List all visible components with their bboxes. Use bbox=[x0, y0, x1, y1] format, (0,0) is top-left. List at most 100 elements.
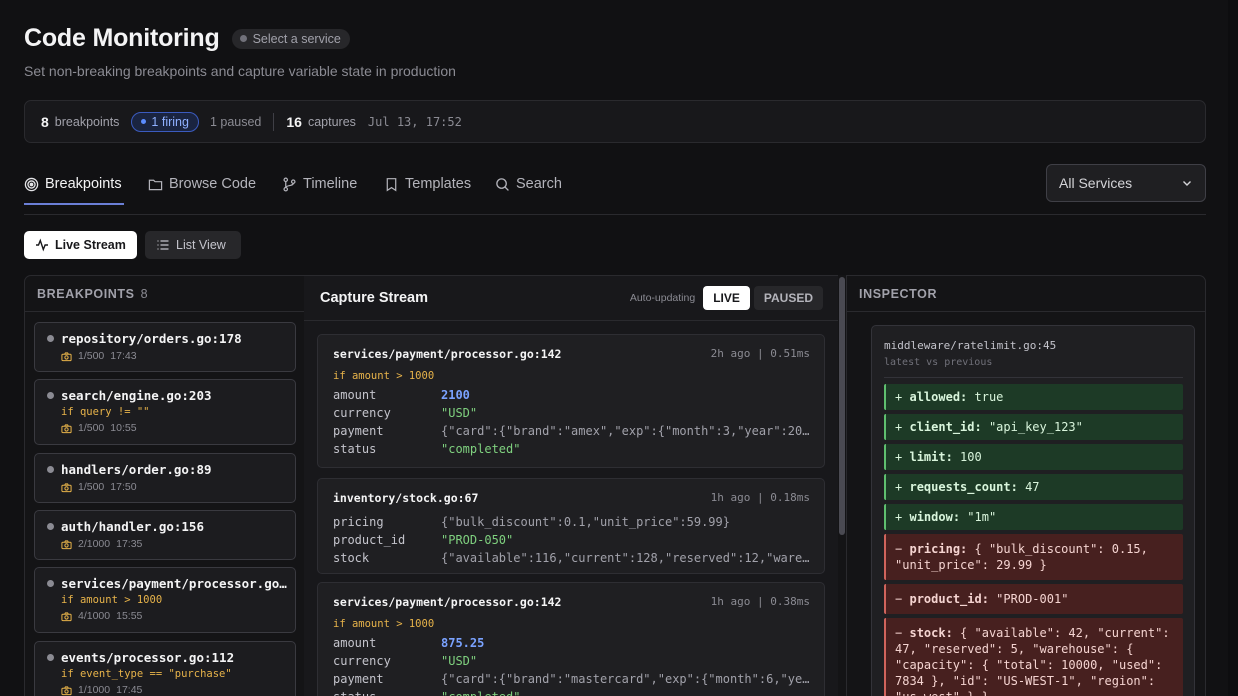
diff-added-row: + limit: 100 bbox=[884, 444, 1183, 470]
capture-var-row: amount 2100 bbox=[333, 388, 810, 403]
capture-stream-title: Capture Stream bbox=[320, 290, 428, 306]
var-value: "USD" bbox=[441, 654, 478, 668]
breakpoint-hits: 2/1000 bbox=[78, 538, 111, 550]
capture-time: 1h ago | 0.18ms bbox=[710, 491, 810, 504]
breakpoint-time: 17:50 bbox=[110, 481, 137, 493]
stats-bar: 8 breakpoints 1 firing 1 paused 16 captu… bbox=[24, 100, 1206, 143]
active-tab-indicator bbox=[24, 203, 124, 205]
capture-condition: if amount > 1000 bbox=[333, 370, 435, 382]
diff-removed-row: − product_id: "PROD-001" bbox=[884, 584, 1183, 614]
live-stream-button[interactable]: Live Stream bbox=[24, 231, 137, 259]
captures-count: 16 bbox=[286, 113, 302, 130]
breakpoint-card[interactable]: handlers/order.go:89 1/500 17:50 bbox=[34, 453, 296, 503]
diff-added-row: + requests_count: 47 bbox=[884, 474, 1183, 500]
status-dot-icon bbox=[239, 35, 247, 42]
var-value: {"bulk_discount":0.1,"unit_price":59.99} bbox=[441, 515, 730, 529]
scrollbar-thumb[interactable] bbox=[839, 277, 845, 535]
var-key: payment bbox=[333, 424, 384, 438]
git-branch-icon bbox=[283, 177, 296, 191]
capture-var-row: status "completed" bbox=[333, 690, 810, 696]
var-value: {"card":{"brand":"amex","exp":{"month":3… bbox=[441, 424, 810, 438]
diff-added-row: + allowed: true bbox=[884, 384, 1183, 410]
service-select[interactable]: All Services bbox=[1046, 164, 1206, 202]
diff-key: stock: bbox=[909, 626, 953, 640]
breakpoint-time: 15:55 bbox=[116, 610, 143, 622]
status-dot-icon bbox=[47, 392, 54, 399]
breakpoint-meta: 2/1000 17:35 bbox=[61, 538, 295, 550]
activity-icon bbox=[36, 238, 48, 252]
breakpoint-condition: if event_type == "purchase" bbox=[61, 668, 232, 680]
diff-sign: + bbox=[895, 480, 903, 494]
capture-card[interactable]: services/payment/processor.go:142 1h ago… bbox=[317, 582, 825, 696]
capture-vars: amount 2100 currency "USD" payment {"car… bbox=[333, 388, 810, 457]
breakpoint-hits: 4/1000 bbox=[78, 610, 111, 622]
breakpoint-location: auth/handler.go:156 bbox=[47, 519, 295, 534]
breakpoint-hits: 1/500 bbox=[78, 422, 105, 434]
paused-count: 1 paused bbox=[209, 114, 262, 129]
tab-templates[interactable]: Templates bbox=[384, 174, 471, 194]
breakpoint-card[interactable]: search/engine.go:203 if query != "" 1/50… bbox=[34, 379, 296, 445]
breakpoint-card[interactable]: auth/handler.go:156 2/1000 17:35 bbox=[34, 510, 296, 560]
firing-badge[interactable]: 1 firing bbox=[131, 111, 199, 132]
target-icon bbox=[24, 177, 39, 191]
capture-var-row: status "completed" bbox=[333, 442, 810, 457]
capture-var-row: currency "USD" bbox=[333, 406, 810, 421]
divider bbox=[884, 377, 1183, 378]
firing-dot-icon bbox=[141, 119, 147, 124]
var-value: "completed" bbox=[441, 690, 810, 696]
tab-breakpoints[interactable]: Breakpoints bbox=[24, 174, 122, 194]
diff-value: 100 bbox=[952, 450, 982, 464]
capture-vars: pricing {"bulk_discount":0.1,"unit_price… bbox=[333, 515, 810, 566]
breakpoint-name: search/engine.go:203 bbox=[61, 388, 212, 403]
var-value: "completed" bbox=[441, 442, 521, 456]
var-key: stock bbox=[333, 551, 370, 565]
breakpoint-hits: 1/1000 bbox=[78, 684, 111, 696]
capture-var-row: amount 875.25 bbox=[333, 636, 810, 651]
var-value: 875.25 bbox=[441, 636, 485, 650]
breakpoint-location: services/payment/processor.go… bbox=[47, 576, 295, 591]
breakpoints-panel-count: 8 bbox=[140, 286, 149, 301]
diff-added-row: + window: "1m" bbox=[884, 504, 1183, 530]
status-dot-icon bbox=[47, 466, 54, 473]
inspector-file: middleware/ratelimit.go:45 bbox=[884, 339, 1057, 352]
capture-header: inventory/stock.go:67 1h ago | 0.18ms bbox=[333, 491, 810, 505]
page-header: Code Monitoring Select a service Set non… bbox=[24, 24, 456, 79]
capture-stream-scrollbar[interactable] bbox=[838, 275, 846, 696]
live-button[interactable]: LIVE bbox=[703, 286, 750, 310]
paused-button[interactable]: PAUSED bbox=[753, 286, 823, 310]
tab-search[interactable]: Search bbox=[495, 174, 562, 194]
tab-browse-code[interactable]: Browse Code bbox=[148, 174, 256, 194]
capture-stream-header: Capture Stream Auto-updating LIVE PAUSED bbox=[304, 276, 839, 321]
breakpoint-card[interactable]: services/payment/processor.go… if amount… bbox=[34, 567, 296, 633]
inspector-diff-card: middleware/ratelimit.go:45 latest vs pre… bbox=[871, 325, 1195, 696]
var-value: {"available":116,"current":128,"reserved… bbox=[441, 551, 810, 565]
service-status-pill[interactable]: Select a service bbox=[231, 28, 350, 49]
breakpoint-condition: if amount > 1000 bbox=[61, 594, 163, 606]
var-key: amount bbox=[333, 636, 377, 650]
list-view-button[interactable]: List View bbox=[145, 231, 241, 259]
diff-value: "api_key_123" bbox=[981, 420, 1083, 434]
captures-label: captures bbox=[307, 114, 356, 129]
breakpoint-hits: 1/500 bbox=[78, 481, 105, 493]
breakpoint-hits: 1/500 bbox=[78, 350, 105, 362]
capture-card[interactable]: inventory/stock.go:67 1h ago | 0.18ms pr… bbox=[317, 478, 825, 574]
breakpoint-name: services/payment/processor.go… bbox=[61, 576, 287, 591]
inspector-subtitle: latest vs previous bbox=[884, 357, 993, 368]
breakpoint-location: repository/orders.go:178 bbox=[47, 331, 295, 346]
diff-key: allowed: bbox=[909, 390, 968, 404]
breakpoint-condition: if query != "" bbox=[61, 406, 150, 418]
var-key: payment bbox=[333, 672, 384, 686]
bookmark-icon bbox=[386, 177, 397, 192]
inspector-title: INSPECTOR bbox=[859, 286, 938, 301]
breakpoint-card[interactable]: repository/orders.go:178 1/500 17:43 bbox=[34, 322, 296, 372]
tab-timeline[interactable]: Timeline bbox=[282, 174, 357, 194]
breakpoint-card[interactable]: events/processor.go:112 if event_type ==… bbox=[34, 641, 296, 696]
list-icon bbox=[157, 240, 169, 250]
search-icon bbox=[496, 177, 509, 191]
capture-card[interactable]: services/payment/processor.go:142 2h ago… bbox=[317, 334, 825, 468]
capture-var-row: pricing {"bulk_discount":0.1,"unit_price… bbox=[333, 515, 810, 530]
diff-sign: + bbox=[895, 510, 903, 524]
diff-sign: − bbox=[895, 626, 903, 640]
status-dot-icon bbox=[47, 335, 54, 342]
tab-label: Timeline bbox=[303, 176, 358, 192]
